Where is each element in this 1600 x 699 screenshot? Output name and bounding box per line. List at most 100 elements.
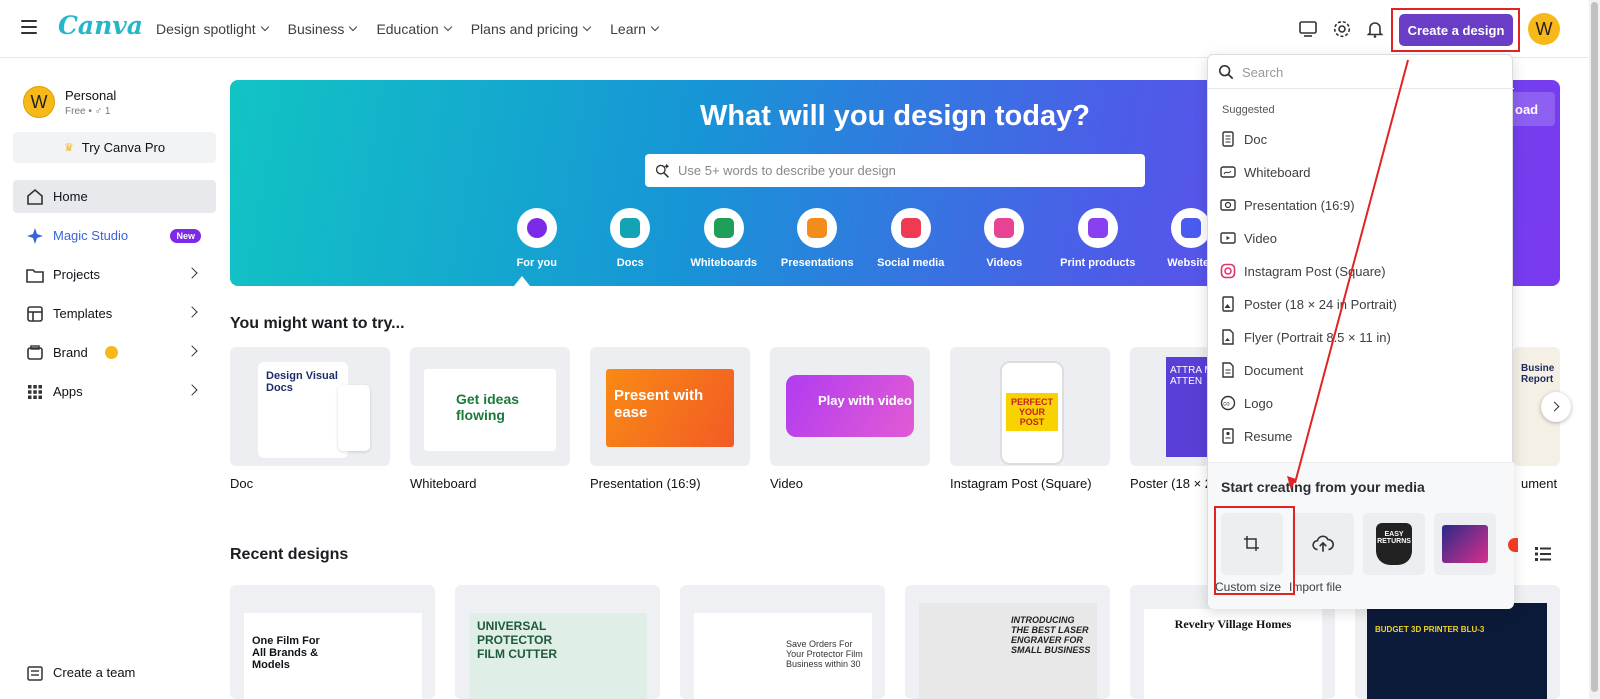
- highlight-box: [1391, 8, 1520, 52]
- create-team-button[interactable]: Create a team: [13, 656, 216, 689]
- suggested-heading: Suggested: [1222, 104, 1275, 116]
- flyer-icon: [1222, 329, 1234, 345]
- try-card-poster[interactable]: ATTRA MO ATTEN: [1130, 347, 1210, 466]
- chevron-right-icon: [186, 267, 198, 279]
- category-presentations[interactable]: Presentations: [771, 208, 865, 269]
- sidebar-item-magic-studio[interactable]: Magic Studio New: [13, 219, 216, 252]
- media-thumbnail-returns[interactable]: EASY RETURNS: [1363, 513, 1425, 575]
- dropdown-item-logo[interactable]: co Logo: [1208, 387, 1514, 419]
- chevron-down-icon: [650, 22, 660, 32]
- sidebar-item-templates[interactable]: Templates: [13, 297, 216, 330]
- import-file-button[interactable]: [1292, 513, 1354, 575]
- category-social-media[interactable]: Social media: [864, 208, 958, 269]
- media-section-title: Start creating from your media: [1221, 479, 1425, 495]
- sidebar-item-projects[interactable]: Projects: [13, 258, 216, 291]
- presentations-icon: [807, 218, 828, 238]
- whiteboard-thumb: Get ideas flowing: [424, 369, 556, 451]
- nav-learn[interactable]: Learn: [610, 21, 660, 37]
- account-name: Personal: [65, 87, 117, 103]
- apps-grid-icon: [28, 385, 42, 399]
- try-card-video[interactable]: Play with video: [770, 347, 930, 466]
- dropdown-item-instagram[interactable]: Instagram Post (Square): [1208, 255, 1514, 287]
- hero-search-input[interactable]: Use 5+ words to describe your design: [645, 154, 1145, 187]
- poster-icon: [1222, 296, 1234, 312]
- nav-education[interactable]: Education: [376, 21, 452, 37]
- dropdown-item-whiteboard[interactable]: Whiteboard: [1208, 156, 1514, 188]
- recent-card[interactable]: INTRODUCING THE BEST LASER ENGRAVER FOR …: [905, 585, 1110, 699]
- logo-icon: co: [1220, 395, 1236, 411]
- category-whiteboards[interactable]: Whiteboards: [677, 208, 771, 269]
- new-badge: New: [170, 229, 201, 243]
- top-nav: Design spotlight Business Education Plan…: [146, 0, 668, 58]
- try-label-video: Video: [770, 476, 804, 491]
- sidebar-item-brand[interactable]: Brand: [13, 336, 216, 369]
- custom-size-highlight-box: [1214, 506, 1295, 595]
- video-camera-icon: [994, 218, 1015, 238]
- media-overflow-dot: [1508, 538, 1518, 552]
- recent-card[interactable]: Save Orders For Your Protector Film Busi…: [680, 585, 885, 699]
- dropdown-search-input[interactable]: Search: [1208, 55, 1514, 89]
- sidebar-item-apps[interactable]: Apps: [13, 375, 216, 408]
- category-videos[interactable]: Videos: [958, 208, 1052, 269]
- sparkle-icon: [526, 218, 547, 238]
- dropdown-item-flyer[interactable]: Flyer (Portrait 8.5 × 11 in): [1208, 321, 1514, 353]
- canva-logo[interactable]: Canva: [58, 11, 143, 40]
- nav-plans-pricing[interactable]: Plans and pricing: [471, 21, 592, 37]
- nav-business[interactable]: Business: [288, 21, 358, 37]
- recent-thumb: BUDGET 3D PRINTER BLU-3: [1367, 603, 1547, 699]
- try-card-doc[interactable]: Design Visual Docs: [230, 347, 390, 466]
- product-thumb: [1442, 525, 1488, 563]
- page-scrollbar[interactable]: [1589, 0, 1600, 699]
- list-view-icon[interactable]: [1534, 545, 1552, 563]
- sparkle-icon: [27, 228, 43, 244]
- gear-icon[interactable]: [1332, 19, 1352, 39]
- dropdown-item-doc[interactable]: Doc: [1208, 123, 1514, 155]
- category-for-you[interactable]: For you: [490, 208, 584, 269]
- recent-section-title: Recent designs: [230, 546, 349, 563]
- printer-icon: [1087, 218, 1108, 238]
- doc-icon: [1222, 131, 1234, 147]
- cloud-upload-icon: [1312, 535, 1334, 552]
- category-docs[interactable]: Docs: [584, 208, 678, 269]
- whiteboards-icon: [713, 218, 734, 238]
- media-thumbnail-product[interactable]: [1434, 513, 1496, 575]
- dropdown-item-resume[interactable]: Resume: [1208, 420, 1514, 452]
- try-pro-button[interactable]: ♛ Try Canva Pro: [13, 132, 216, 163]
- try-label-doc: Doc: [230, 476, 254, 491]
- resume-icon: [1222, 428, 1234, 444]
- try-card-instagram[interactable]: PERFECT YOUR POST: [950, 347, 1110, 466]
- nav-design-spotlight[interactable]: Design spotlight: [156, 21, 269, 37]
- account-plan: Free • ♂ 1: [65, 105, 111, 117]
- brand-icon: [27, 345, 43, 360]
- dropdown-item-video[interactable]: Video: [1208, 222, 1514, 254]
- recent-thumb: One Film For All Brands & Models: [244, 613, 422, 699]
- recent-thumb: UNIVERSAL PROTECTOR FILM CUTTER: [469, 613, 647, 699]
- try-label-instagram: Instagram Post (Square): [950, 476, 1092, 491]
- account-avatar: W: [23, 86, 55, 118]
- selected-tab-indicator: [514, 276, 530, 286]
- sidebar-item-home[interactable]: Home: [13, 180, 216, 213]
- bell-icon[interactable]: [1365, 19, 1385, 39]
- top-bar: Canva Design spotlight Business Educatio…: [0, 0, 1600, 58]
- recent-card[interactable]: One Film For All Brands & Models: [230, 585, 435, 699]
- dropdown-item-document[interactable]: Document: [1208, 354, 1514, 386]
- category-print-products[interactable]: Print products: [1051, 208, 1145, 269]
- video-icon: [1220, 232, 1236, 244]
- dropdown-item-poster[interactable]: Poster (18 × 24 in Portrait): [1208, 288, 1514, 320]
- try-card-whiteboard[interactable]: Get ideas flowing: [410, 347, 570, 466]
- presentation-thumb: Present with ease: [606, 369, 734, 447]
- recent-card[interactable]: UNIVERSAL PROTECTOR FILM CUTTER: [455, 585, 660, 699]
- chevron-right-icon: [1549, 401, 1560, 412]
- account-switcher[interactable]: W Personal Free • ♂ 1: [23, 86, 116, 118]
- chevron-right-icon: [186, 306, 198, 318]
- try-label-whiteboard: Whiteboard: [410, 476, 477, 491]
- dropdown-item-presentation[interactable]: Presentation (16:9): [1208, 189, 1514, 221]
- menu-icon[interactable]: [21, 20, 37, 34]
- website-icon: [1181, 218, 1202, 238]
- docs-icon: [620, 218, 641, 238]
- import-file-label: Import file: [1289, 580, 1342, 594]
- desktop-app-icon[interactable]: [1298, 19, 1318, 39]
- try-card-presentation[interactable]: Present with ease: [590, 347, 750, 466]
- user-avatar[interactable]: W: [1528, 13, 1560, 45]
- carousel-next-button[interactable]: [1541, 392, 1571, 422]
